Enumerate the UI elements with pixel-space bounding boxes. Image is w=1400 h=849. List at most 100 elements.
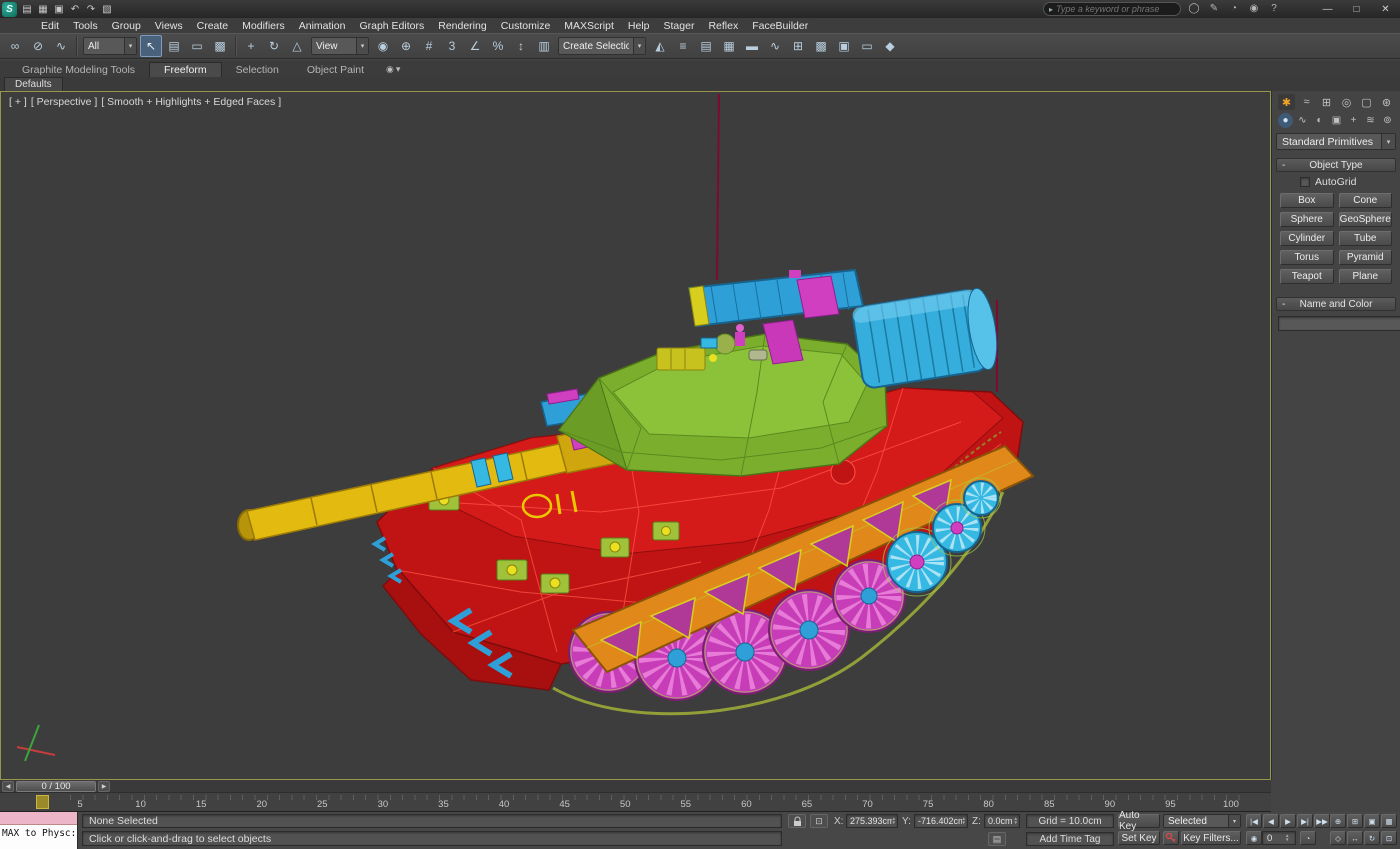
go-to-start-button[interactable]: |◀ bbox=[1246, 814, 1262, 828]
align-icon[interactable]: ≡ bbox=[672, 35, 694, 57]
selection-filter-dropdown[interactable]: All ▾ bbox=[83, 37, 137, 55]
motion-tab[interactable]: ◎ bbox=[1338, 94, 1355, 110]
absolute-mode-button[interactable]: ⊡ bbox=[810, 814, 828, 828]
menu-item[interactable]: Customize bbox=[494, 18, 558, 33]
menu-item[interactable]: Stager bbox=[657, 18, 702, 33]
ribbon-options[interactable]: ◉ ▾ bbox=[386, 64, 400, 77]
zoom-extents-icon[interactable]: ▣ bbox=[1364, 814, 1380, 828]
named-selection-set-dropdown[interactable]: Create Selection Se ▾ bbox=[558, 37, 646, 55]
zoom-icon[interactable]: ⊕ bbox=[1330, 814, 1346, 828]
previous-frame-button[interactable]: ◀ bbox=[1263, 814, 1279, 828]
space-warps-category-icon[interactable]: ≋ bbox=[1363, 113, 1378, 128]
spinner-icon[interactable]: ▲▼ bbox=[1285, 834, 1289, 843]
object-type-button[interactable]: GeoSphere bbox=[1339, 212, 1393, 227]
primitive-category-dropdown[interactable]: Standard Primitives ▾ bbox=[1276, 133, 1396, 150]
menu-item[interactable]: Modifiers bbox=[235, 18, 292, 33]
menu-item[interactable]: Views bbox=[148, 18, 190, 33]
object-type-button[interactable]: Pyramid bbox=[1339, 250, 1393, 265]
ribbon-tab-object-paint[interactable]: Object Paint bbox=[293, 63, 378, 77]
help-icon[interactable]: ? bbox=[1266, 1, 1282, 16]
current-frame-input[interactable] bbox=[1267, 833, 1285, 844]
project-folder-icon[interactable]: ▧ bbox=[99, 2, 115, 17]
user-icon[interactable]: ◉ bbox=[1246, 1, 1262, 16]
render-icon[interactable]: ◆ bbox=[879, 35, 901, 57]
geometry-category-icon[interactable]: ● bbox=[1278, 113, 1293, 128]
object-type-button[interactable]: Plane bbox=[1339, 269, 1393, 284]
named-selection-sets-icon[interactable]: ▥ bbox=[533, 35, 555, 57]
listener-macro-pane[interactable] bbox=[0, 812, 77, 825]
reference-coordinate-dropdown[interactable]: View ▾ bbox=[311, 37, 369, 55]
menu-item[interactable]: MAXScript bbox=[557, 18, 621, 33]
menu-item[interactable]: Group bbox=[105, 18, 148, 33]
viewport-menu-general[interactable]: [ + ] bbox=[9, 96, 27, 108]
object-type-button[interactable]: Sphere bbox=[1280, 212, 1334, 227]
go-to-end-button[interactable]: ▶▶ bbox=[1314, 814, 1330, 828]
cameras-category-icon[interactable]: ▣ bbox=[1329, 113, 1344, 128]
search-go-icon[interactable]: ▸ bbox=[1049, 5, 1053, 14]
object-type-rollout-header[interactable]: - Object Type bbox=[1276, 158, 1396, 172]
select-by-name-icon[interactable]: ▤ bbox=[163, 35, 185, 57]
auto-key-button[interactable]: Auto Key bbox=[1118, 814, 1160, 828]
pencil-icon[interactable]: ✎ bbox=[1206, 1, 1222, 16]
object-type-button[interactable]: Teapot bbox=[1280, 269, 1334, 284]
listener-script-pane[interactable]: MAX to Physc: bbox=[0, 825, 77, 849]
menu-item[interactable]: Tools bbox=[66, 18, 105, 33]
ribbon-tab-graphite[interactable]: Graphite Modeling Tools bbox=[8, 63, 149, 77]
angle-snap-icon[interactable]: ∠ bbox=[464, 35, 486, 57]
scene-explorer-icon[interactable]: ▤ bbox=[695, 35, 717, 57]
autogrid-checkbox[interactable] bbox=[1300, 177, 1310, 187]
y-coord-field[interactable]: ▲▼ bbox=[914, 814, 968, 828]
select-and-link-icon[interactable]: ∞ bbox=[4, 35, 26, 57]
tank-model[interactable] bbox=[1, 92, 1270, 779]
key-mode-toggle-button[interactable]: ◉ bbox=[1246, 831, 1262, 845]
utilities-tab[interactable]: ⊛ bbox=[1378, 94, 1395, 110]
select-and-scale-icon[interactable]: △ bbox=[286, 35, 308, 57]
zoom-all-icon[interactable]: ⊞ bbox=[1347, 814, 1363, 828]
viewport-menu-view[interactable]: [ Perspective ] bbox=[31, 96, 98, 108]
rectangular-selection-region-icon[interactable]: ▭ bbox=[186, 35, 208, 57]
app-logo-icon[interactable]: S bbox=[2, 2, 17, 17]
previous-frame-arrow[interactable]: ◀ bbox=[2, 781, 14, 792]
next-frame-arrow[interactable]: ▶ bbox=[98, 781, 110, 792]
set-keys-key-button[interactable] bbox=[1163, 831, 1179, 845]
hierarchy-tab[interactable]: ⊞ bbox=[1318, 94, 1335, 110]
select-and-rotate-icon[interactable]: ↻ bbox=[263, 35, 285, 57]
material-editor-icon[interactable]: ▩ bbox=[810, 35, 832, 57]
perspective-viewport[interactable]: [ + ] [ Perspective ] [ Smooth + Highlig… bbox=[0, 91, 1271, 780]
curve-editor-icon[interactable]: ∿ bbox=[764, 35, 786, 57]
menu-item[interactable]: Reflex bbox=[701, 18, 745, 33]
menu-item[interactable]: Help bbox=[621, 18, 657, 33]
menu-item[interactable]: Graph Editors bbox=[352, 18, 431, 33]
maximize-viewport-icon[interactable]: ⊡ bbox=[1381, 831, 1397, 845]
add-time-tag[interactable]: Add Time Tag bbox=[1026, 832, 1114, 846]
play-animation-button[interactable]: ▶ bbox=[1280, 814, 1296, 828]
create-tab[interactable]: ✱ bbox=[1278, 94, 1295, 110]
select-and-move-icon[interactable]: + bbox=[240, 35, 262, 57]
keyboard-shortcut-override-icon[interactable]: # bbox=[418, 35, 440, 57]
notification-icon[interactable]: ◔ bbox=[1226, 1, 1242, 16]
name-color-rollout-header[interactable]: - Name and Color bbox=[1276, 297, 1396, 311]
rendered-frame-icon[interactable]: ▭ bbox=[856, 35, 878, 57]
spinner-icon[interactable]: ▲▼ bbox=[962, 817, 966, 826]
window-crossing-icon[interactable]: ▩ bbox=[209, 35, 231, 57]
redo-icon[interactable]: ↷ bbox=[83, 2, 99, 17]
menu-item[interactable]: Animation bbox=[292, 18, 353, 33]
menu-item[interactable]: Create bbox=[190, 18, 236, 33]
set-key-button[interactable]: Set Key bbox=[1118, 831, 1160, 845]
viewport-menu-shading[interactable]: [ Smooth + Highlights + Edged Faces ] bbox=[101, 96, 281, 108]
key-filters-button[interactable]: Key Filters... bbox=[1181, 831, 1241, 845]
ribbon-tab-freeform[interactable]: Freeform bbox=[149, 62, 222, 77]
next-frame-button[interactable]: ▶| bbox=[1297, 814, 1313, 828]
maxscript-mini-listener[interactable]: MAX to Physc: bbox=[0, 812, 78, 849]
select-and-manipulate-icon[interactable]: ⊕ bbox=[395, 35, 417, 57]
x-coord-field[interactable]: ▲▼ bbox=[846, 814, 898, 828]
object-name-input[interactable] bbox=[1278, 316, 1400, 331]
snaps-toggle-icon[interactable]: 3 bbox=[441, 35, 463, 57]
object-type-button[interactable]: Cylinder bbox=[1280, 231, 1334, 246]
z-coord-input[interactable] bbox=[988, 816, 1014, 826]
save-file-icon[interactable]: ▣ bbox=[51, 2, 67, 17]
mirror-icon[interactable]: ◭ bbox=[649, 35, 671, 57]
y-coord-input[interactable] bbox=[918, 816, 962, 826]
menu-item[interactable]: Rendering bbox=[431, 18, 493, 33]
undo-icon[interactable]: ↶ bbox=[67, 2, 83, 17]
